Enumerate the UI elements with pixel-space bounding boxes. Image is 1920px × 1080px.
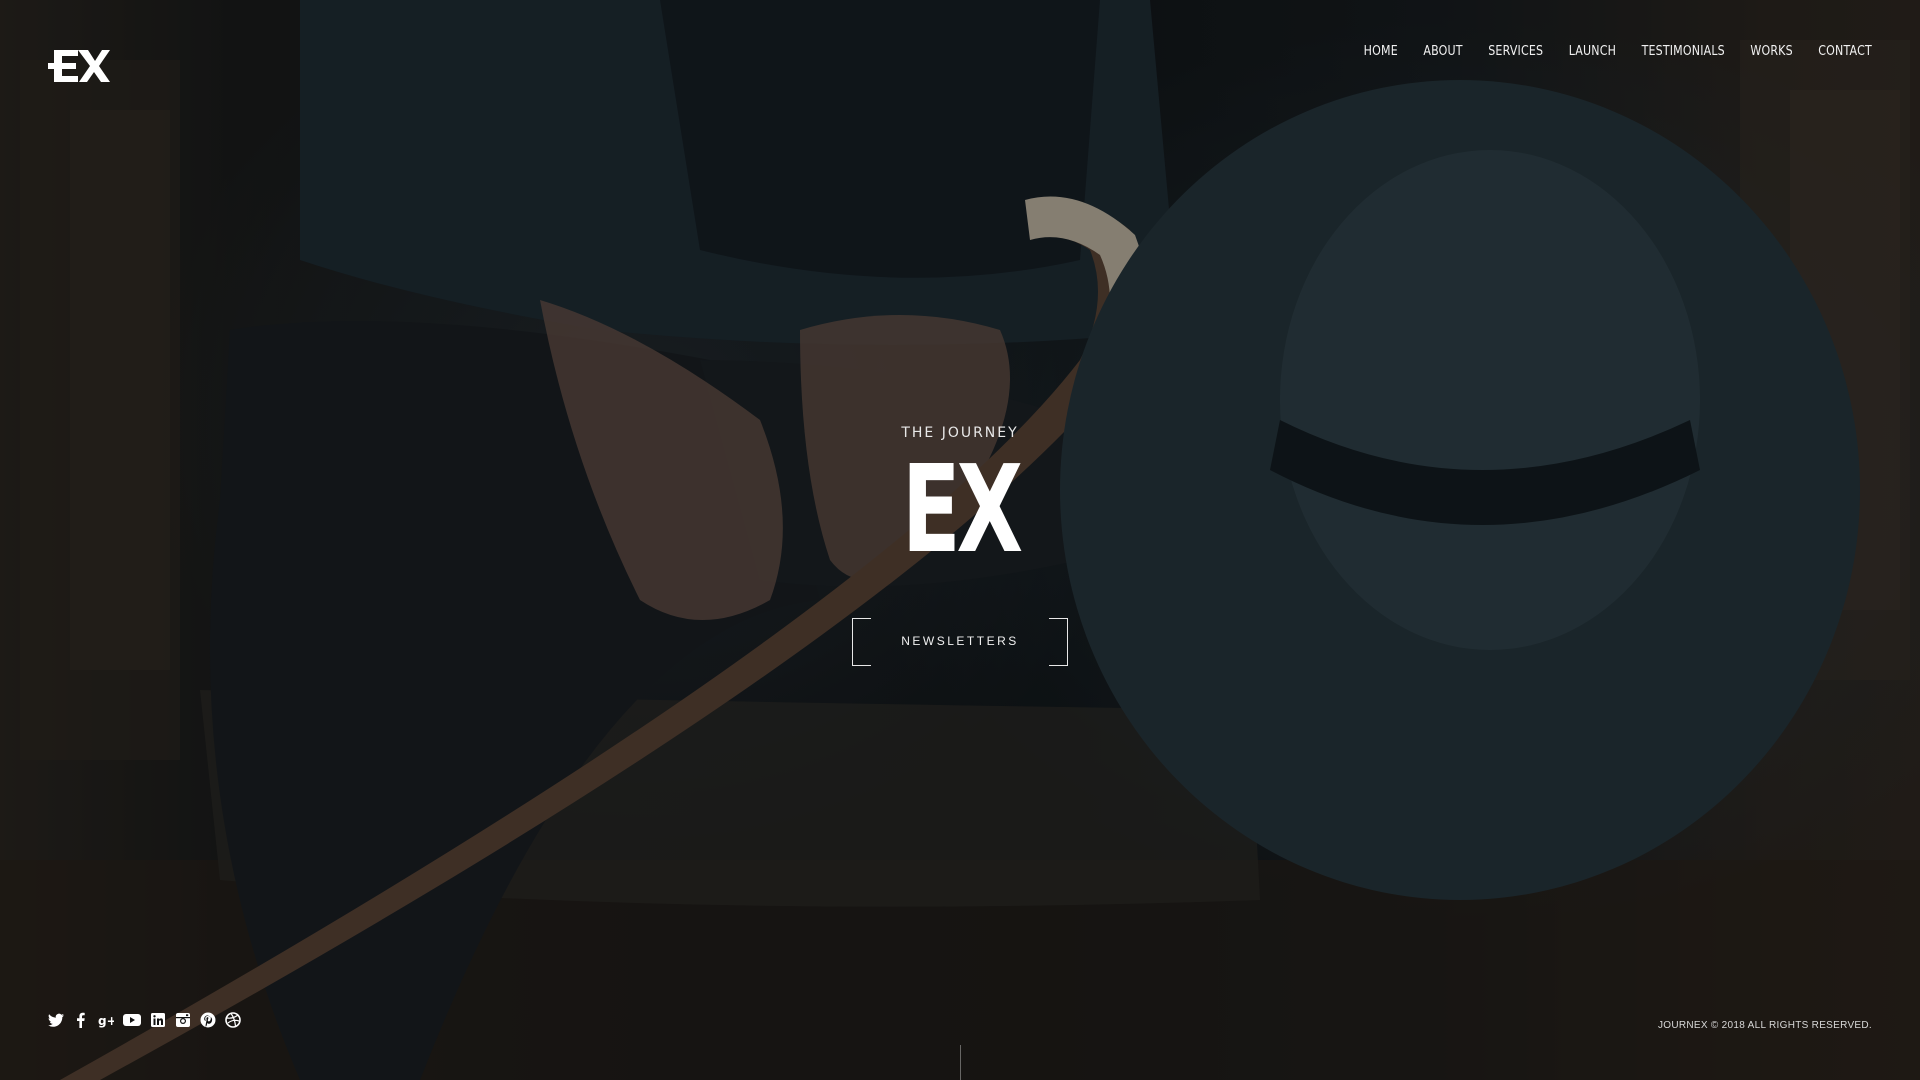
hero-content: THE JOURNEY EX	[0, 425, 1920, 571]
nav-works[interactable]: WORKS	[1750, 44, 1792, 59]
scroll-indicator-line	[960, 1045, 961, 1080]
nav-testimonials[interactable]: TESTIMONIALS	[1642, 44, 1725, 59]
facebook-icon[interactable]	[73, 1012, 89, 1028]
newsletters-button[interactable]: NEWSLETTERS	[852, 618, 1068, 666]
nav-launch[interactable]: LAUNCH	[1569, 44, 1616, 59]
dribbble-icon[interactable]	[225, 1012, 241, 1028]
google-plus-icon[interactable]: g+	[98, 1012, 114, 1028]
copyright-text: JOURNEX © 2018 ALL RIGHTS RESERVED.	[1657, 1020, 1872, 1031]
nav-services[interactable]: SERVICES	[1488, 44, 1543, 59]
newsletters-button-label: NEWSLETTERS	[901, 634, 1019, 648]
twitter-icon[interactable]	[48, 1012, 64, 1028]
svg-text:g+: g+	[98, 1014, 114, 1028]
youtube-icon[interactable]	[123, 1012, 141, 1028]
hero-title: EX	[901, 441, 1023, 580]
nav-about[interactable]: ABOUT	[1424, 44, 1463, 59]
pinterest-icon[interactable]	[200, 1012, 216, 1028]
linkedin-icon[interactable]	[150, 1012, 166, 1028]
instagram-icon[interactable]	[175, 1012, 191, 1028]
main-navigation: HOME ABOUT SERVICES LAUNCH TESTIMONIALS …	[1364, 44, 1872, 59]
brand-logo-icon[interactable]	[48, 46, 110, 86]
hero-subtitle: THE JOURNEY	[901, 425, 1019, 441]
social-links: g+	[48, 1012, 241, 1028]
nav-contact[interactable]: CONTACT	[1818, 44, 1872, 59]
nav-home[interactable]: HOME	[1364, 44, 1398, 59]
